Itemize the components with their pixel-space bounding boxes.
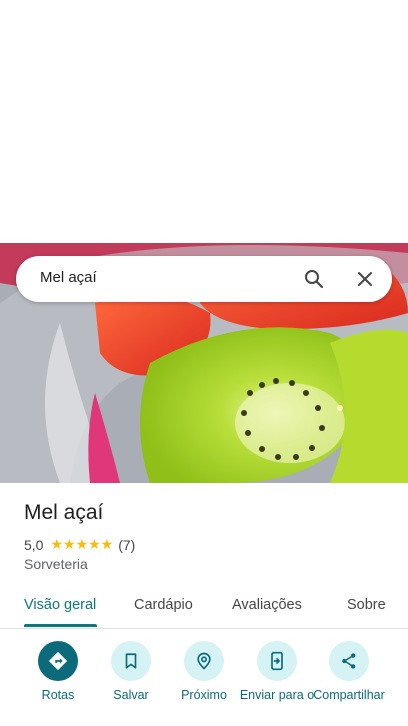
rating-stars: ★★★★★	[50, 536, 114, 552]
review-count: (7)	[118, 536, 136, 553]
send-to-phone-icon[interactable]	[257, 641, 297, 681]
directions-label: Rotas	[41, 688, 75, 702]
action-buttons: Rotas Salvar Próximo Enviar para o Compa…	[0, 641, 408, 726]
nearby-icon[interactable]	[184, 641, 224, 681]
search-icon[interactable]	[302, 267, 326, 291]
place-category: Sorveteria	[24, 556, 88, 572]
save-button[interactable]: Salvar	[93, 641, 169, 702]
send-to-phone-label: Enviar para o	[239, 688, 315, 702]
search-bar[interactable]: Mel açaí	[16, 256, 392, 302]
directions-icon[interactable]	[38, 641, 78, 681]
tab-bar: Visão geral Cardápio Avaliações Sobre	[0, 593, 408, 629]
nearby-label: Próximo	[181, 688, 227, 702]
send-to-phone-button[interactable]: Enviar para o	[239, 641, 315, 702]
save-label: Salvar	[113, 688, 149, 702]
tab-about[interactable]: Sobre	[347, 597, 386, 613]
bookmark-icon[interactable]	[111, 641, 151, 681]
tab-menu[interactable]: Cardápio	[134, 597, 193, 613]
share-label: Compartilhar	[313, 688, 385, 702]
nearby-button[interactable]: Próximo	[166, 641, 242, 702]
share-icon[interactable]	[329, 641, 369, 681]
directions-button[interactable]: Rotas	[20, 641, 96, 702]
search-query-text[interactable]: Mel açaí	[40, 269, 97, 286]
map-blank-area	[0, 0, 408, 243]
rating-value: 5,0	[24, 536, 44, 553]
rating-row[interactable]: 5,0 ★★★★★ (7)	[24, 536, 135, 553]
tab-overview[interactable]: Visão geral	[24, 597, 96, 613]
close-icon[interactable]	[353, 267, 377, 291]
active-tab-indicator	[24, 624, 97, 627]
place-title: Mel açaí	[24, 501, 104, 524]
share-button[interactable]: Compartilhar	[311, 641, 387, 702]
tab-reviews[interactable]: Avaliações	[232, 597, 302, 613]
place-details-sheet: Mel açaí 5,0 ★★★★★ (7) Sorveteria Visão …	[0, 483, 408, 726]
